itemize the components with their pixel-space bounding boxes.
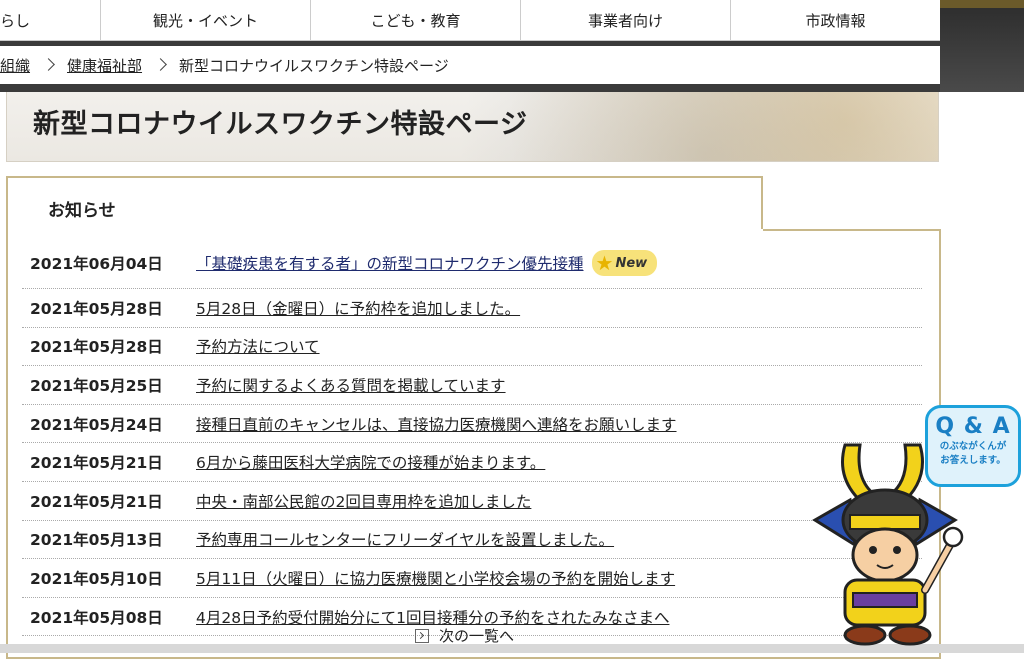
breadcrumb-link-soshiki[interactable]: 組織 <box>0 55 30 76</box>
news-link[interactable]: 5月28日（金曜日）に予約枠を追加しました。 <box>196 297 520 319</box>
nav-item-kanko-event[interactable]: 観光・イベント <box>101 0 311 40</box>
page-title: 新型コロナウイルスワクチン特設ページ <box>33 109 528 140</box>
news-item: 2021年05月10日 5月11日（火曜日）に協力医療機関と小学校会場の予約を開… <box>22 559 922 598</box>
new-badge-label: New <box>615 255 648 271</box>
news-link[interactable]: 予約に関するよくある質問を掲載しています <box>196 374 506 396</box>
news-item: 2021年05月28日 予約方法について <box>22 328 922 367</box>
news-item: 2021年05月21日 中央・南部公民館の2回目専用枠を追加しました <box>22 482 922 521</box>
breadcrumb-current: 新型コロナウイルスワクチン特設ページ <box>179 56 449 75</box>
main-nav: らし 観光・イベント こども・教育 事業者向け 市政情報 <box>0 0 940 41</box>
news-link[interactable]: 5月11日（火曜日）に協力医療機関と小学校会場の予約を開始します <box>196 567 675 589</box>
news-link[interactable]: 6月から藤田医科大学病院での接種が始まります。 <box>196 451 545 473</box>
header-background-right <box>940 0 1024 92</box>
news-link[interactable]: 接種日直前のキャンセルは、直接協力医療機関へ連絡をお願いします <box>196 413 677 435</box>
news-tab: お知らせ <box>6 176 763 231</box>
news-item: 2021年05月25日 予約に関するよくある質問を掲載しています <box>22 366 922 405</box>
nav-item-jigyosha[interactable]: 事業者向け <box>521 0 731 40</box>
news-link[interactable]: 「基礎疾患を有する者」の新型コロナワクチン優先接種 <box>196 252 584 274</box>
news-date: 2021年05月24日 <box>30 415 163 434</box>
nav-item-kurashi[interactable]: らし <box>0 0 101 40</box>
news-item: 2021年05月24日 接種日直前のキャンセルは、直接協力医療機関へ連絡をお願い… <box>22 405 922 444</box>
next-list-link[interactable]: 次の一覧へ <box>415 625 514 646</box>
news-section: お知らせ 2021年06月04日 「基礎疾患を有する者」の新型コロナワクチン優先… <box>6 176 941 659</box>
news-date: 2021年05月08日 <box>30 608 163 627</box>
nav-item-kodomo-kyoiku[interactable]: こども・教育 <box>311 0 521 40</box>
news-item: 2021年05月28日 5月28日（金曜日）に予約枠を追加しました。 <box>22 289 922 328</box>
star-icon: ★ <box>595 251 614 275</box>
news-date: 2021年05月28日 <box>30 299 163 318</box>
news-item: 2021年05月21日 6月から藤田医科大学病院での接種が始まります。 <box>22 443 922 482</box>
breadcrumb-chevron-icon <box>154 57 167 71</box>
news-date: 2021年05月21日 <box>30 454 163 473</box>
breadcrumb-link-kenko-fukushi[interactable]: 健康福祉部 <box>67 55 142 76</box>
news-date: 2021年05月25日 <box>30 376 163 395</box>
news-link[interactable]: 予約専用コールセンターにフリーダイヤルを設置しました。 <box>196 528 614 550</box>
news-date: 2021年05月28日 <box>30 338 163 357</box>
title-banner: 新型コロナウイルスワクチン特設ページ <box>6 92 939 162</box>
next-list-label: 次の一覧へ <box>439 627 515 645</box>
news-item: 2021年06月04日 「基礎疾患を有する者」の新型コロナワクチン優先接種 ★ … <box>22 238 922 289</box>
news-link[interactable]: 中央・南部公民館の2回目専用枠を追加しました <box>196 490 531 512</box>
news-date: 2021年05月21日 <box>30 492 163 511</box>
new-badge: ★ New <box>591 250 658 276</box>
mascot-nobunaga-icon <box>812 443 964 646</box>
breadcrumb: 組織 健康福祉部 新型コロナウイルスワクチン特設ページ <box>0 46 940 84</box>
news-heading: お知らせ <box>48 201 116 221</box>
news-date: 2021年06月04日 <box>30 255 163 273</box>
breadcrumb-chevron-icon <box>42 57 55 71</box>
qa-mascot-widget[interactable]: Q & A のぶながくんが お答えします。 <box>805 400 1024 650</box>
arrow-right-box-icon <box>415 628 429 643</box>
news-date: 2021年05月13日 <box>30 531 163 550</box>
nav-item-shisei[interactable]: 市政情報 <box>731 0 940 40</box>
news-date: 2021年05月10日 <box>30 569 163 588</box>
news-link[interactable]: 予約方法について <box>196 335 320 357</box>
news-list: 2021年06月04日 「基礎疾患を有する者」の新型コロナワクチン優先接種 ★ … <box>22 238 922 637</box>
news-item: 2021年05月13日 予約専用コールセンターにフリーダイヤルを設置しました。 <box>22 521 922 560</box>
